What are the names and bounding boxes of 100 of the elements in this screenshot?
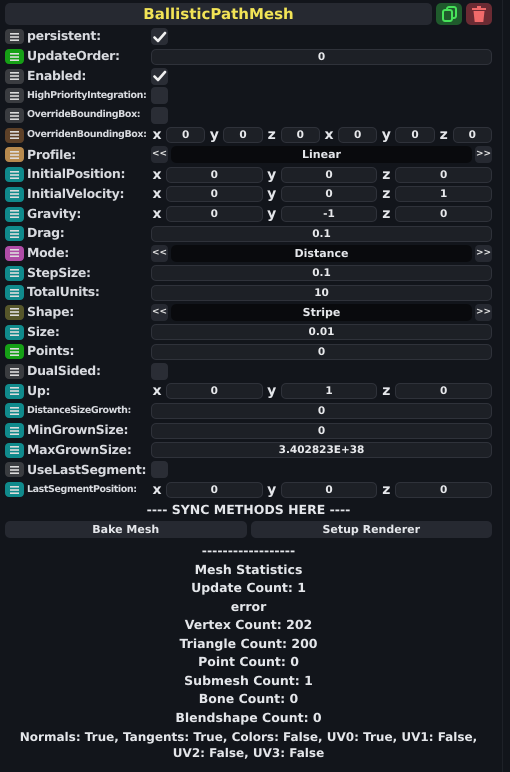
field-label: InitialVelocity: [27, 184, 126, 203]
axis-label: y [266, 482, 278, 497]
number-field[interactable]: 0 [166, 127, 206, 144]
field-menu-button[interactable] [5, 68, 24, 84]
enum-value[interactable]: Stripe [171, 304, 472, 321]
axis-label: z [381, 384, 392, 398]
action-button[interactable]: Bake Mesh [5, 521, 246, 538]
number-field[interactable]: 0 [166, 206, 263, 222]
menu-icon [10, 170, 19, 179]
number-field[interactable]: 0 [452, 127, 492, 144]
number-field[interactable]: 0.01 [151, 324, 492, 340]
field-menu-button[interactable] [5, 167, 24, 182]
field-label: Up: [27, 382, 52, 400]
number-field[interactable]: 0 [395, 127, 435, 144]
field-menu-button[interactable] [5, 266, 24, 281]
field-menu-button[interactable] [5, 344, 24, 360]
stat-text: Blendshape Count: 0 [174, 708, 323, 727]
number-field[interactable]: 0 [280, 166, 378, 183]
menu-icon [10, 387, 19, 396]
trash-icon [471, 6, 487, 22]
menu-icon [10, 348, 19, 356]
field-menu-button[interactable] [5, 29, 24, 44]
number-field[interactable]: 0 [338, 127, 378, 144]
checkbox[interactable] [151, 68, 168, 85]
number-field[interactable]: 0 [151, 402, 492, 419]
number-field[interactable]: 0 [166, 186, 263, 202]
next-button[interactable]: >> [475, 146, 492, 164]
field-menu-button[interactable] [5, 246, 24, 261]
previous-button[interactable]: << [151, 146, 168, 164]
number-field[interactable]: 0 [280, 186, 378, 202]
field-label: StepSize: [27, 264, 92, 282]
component-title: BallisticPathMesh [5, 3, 432, 25]
axis-label: y [380, 128, 392, 142]
checkbox[interactable] [151, 28, 168, 46]
axis-label: z [381, 482, 392, 497]
number-field[interactable]: 0 [166, 166, 263, 183]
field-menu-button[interactable] [5, 423, 24, 438]
next-button[interactable]: >> [475, 304, 492, 321]
field-menu-button[interactable] [5, 206, 24, 222]
number-field[interactable]: 0 [395, 482, 492, 498]
checkbox[interactable] [151, 363, 168, 380]
enum-value[interactable]: Linear [171, 146, 472, 164]
menu-icon [10, 52, 19, 61]
field-menu-button[interactable] [5, 462, 24, 478]
field-menu-button[interactable] [5, 108, 24, 124]
field-menu-button[interactable] [5, 226, 24, 242]
number-field[interactable]: 0 [223, 127, 263, 144]
number-field[interactable]: 0 [280, 127, 320, 144]
field-menu-button[interactable] [5, 49, 24, 64]
number-field[interactable]: 0 [166, 482, 263, 498]
axis-label: z [381, 187, 392, 202]
number-field[interactable]: 1 [395, 186, 492, 202]
field-menu-button[interactable] [5, 364, 24, 380]
stat-text: ------------------ [200, 542, 296, 560]
next-button[interactable]: >> [475, 244, 492, 262]
field-label: TotalUnits: [27, 283, 101, 302]
number-field[interactable]: 0 [151, 344, 492, 360]
number-field[interactable]: 0.1 [151, 226, 492, 242]
checkbox[interactable] [151, 461, 168, 478]
number-field[interactable]: -1 [280, 206, 378, 222]
field-menu-button[interactable] [5, 88, 24, 104]
field-menu-button[interactable] [5, 128, 24, 143]
previous-button[interactable]: << [151, 244, 168, 262]
action-button[interactable]: Setup Renderer [250, 521, 492, 538]
field-menu-button[interactable] [5, 285, 24, 300]
field-label: MinGrownSize: [27, 421, 130, 440]
field-menu-button[interactable] [5, 147, 24, 162]
field-label: HighPriorityIntegration: [27, 88, 148, 103]
field-menu-button[interactable] [5, 403, 24, 418]
field-label: MaxGrownSize: [27, 440, 133, 459]
previous-button[interactable]: << [151, 304, 168, 321]
stat-text: error [230, 598, 268, 616]
number-field[interactable]: 3.402823E+38 [151, 442, 492, 458]
field-menu-button[interactable] [5, 304, 24, 320]
number-field[interactable]: 0 [395, 383, 492, 400]
delete-button[interactable] [466, 3, 492, 25]
checkbox[interactable] [151, 87, 168, 104]
number-field[interactable]: 0 [395, 206, 492, 222]
field-menu-button[interactable] [5, 324, 24, 340]
field-menu-button[interactable] [5, 442, 24, 458]
enum-value[interactable]: Distance [171, 244, 472, 262]
number-field[interactable]: 0 [151, 422, 492, 439]
field-label: persistent: [27, 27, 102, 46]
number-field[interactable]: 10 [151, 284, 492, 301]
number-field[interactable]: 0 [395, 166, 492, 183]
stat-text: Submesh Count: 1 [183, 672, 314, 690]
menu-icon [10, 406, 19, 415]
number-field[interactable]: 0 [151, 48, 492, 65]
checkbox[interactable] [151, 107, 168, 124]
number-field[interactable]: 0 [166, 383, 263, 400]
number-field[interactable]: 1 [280, 383, 378, 400]
field-menu-button[interactable] [5, 482, 24, 498]
number-field[interactable]: 0 [280, 482, 378, 498]
field-label: InitialPosition: [27, 165, 126, 184]
copy-button[interactable] [436, 3, 462, 25]
field-label: Mode: [27, 244, 70, 262]
field-label: Enabled: [27, 66, 88, 85]
number-field[interactable]: 0.1 [151, 265, 492, 282]
field-menu-button[interactable] [5, 186, 24, 202]
field-menu-button[interactable] [5, 384, 24, 399]
